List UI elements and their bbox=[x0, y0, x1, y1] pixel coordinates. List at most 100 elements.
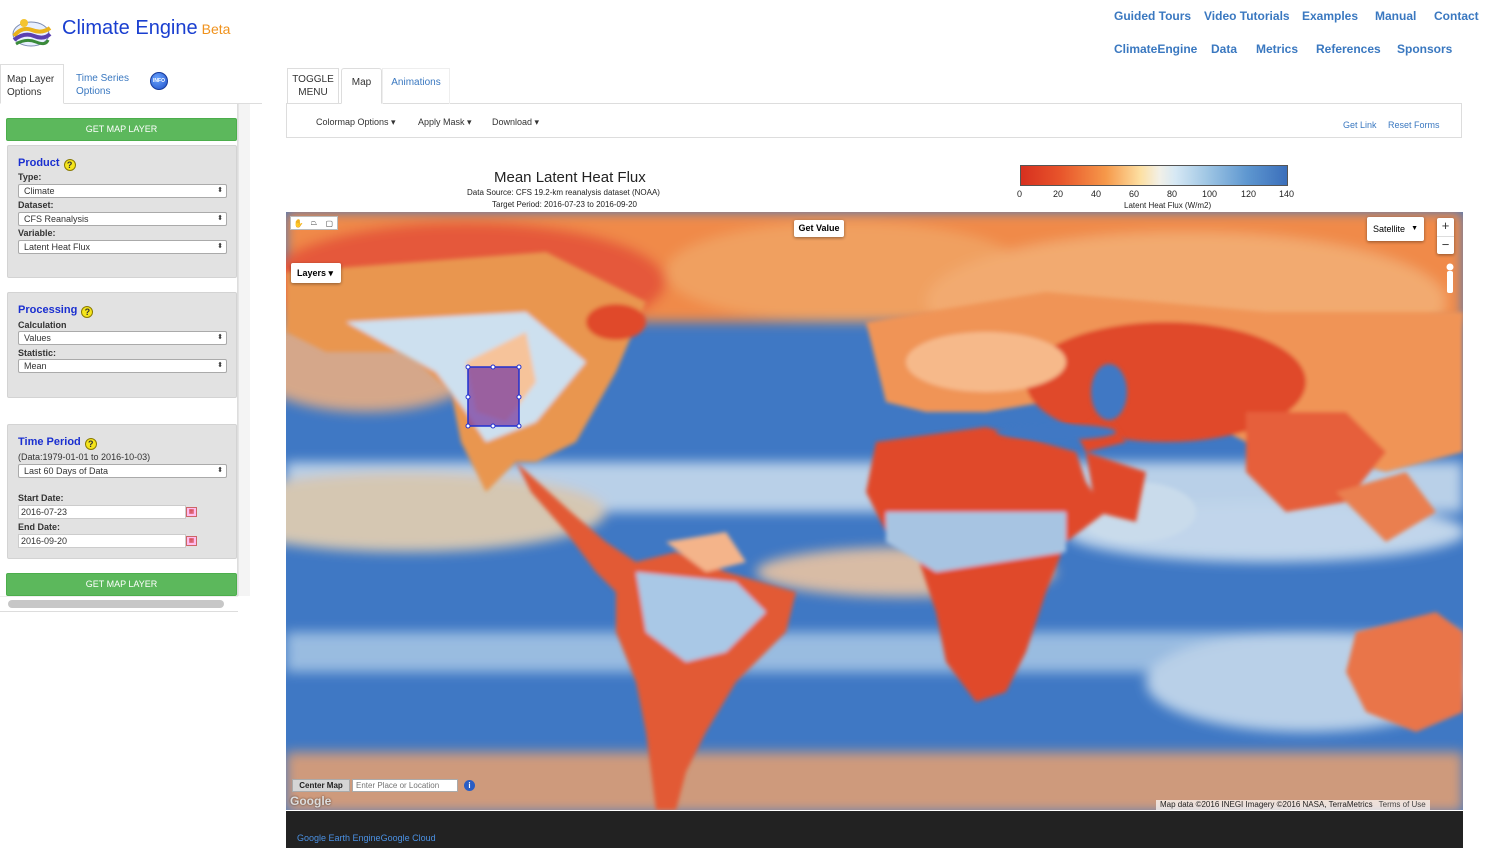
colorbar-tick: 100 bbox=[1202, 189, 1218, 199]
drawing-toolbar: ✋ ⏢ ▢ bbox=[290, 216, 338, 230]
time-period-title: Time Period? bbox=[18, 436, 97, 450]
toggle-menu-button[interactable]: TOGGLE MENU bbox=[287, 68, 339, 104]
get-value-button[interactable]: Get Value bbox=[794, 220, 844, 237]
tab-time-series-options[interactable]: Time Series Options bbox=[70, 64, 140, 104]
caret-down-icon: ▼ bbox=[1411, 225, 1418, 232]
climate-engine-logo[interactable] bbox=[10, 14, 52, 52]
select-arrow-icon: ⬍ bbox=[217, 334, 223, 341]
rectangle-tool-icon[interactable]: ▢ bbox=[323, 219, 335, 228]
tab-animations[interactable]: Animations bbox=[382, 68, 450, 104]
start-date-input[interactable]: 2016-07-23 bbox=[18, 505, 186, 519]
time-period-box: Time Period? (Data:1979-01-01 to 2016-10… bbox=[7, 424, 237, 559]
tab-map[interactable]: Map bbox=[341, 68, 382, 104]
latent-heat-flux-raster bbox=[286, 212, 1463, 810]
colorbar bbox=[1020, 165, 1288, 186]
processing-help-icon[interactable]: ? bbox=[81, 306, 94, 318]
brand-title[interactable]: Climate Engine Beta bbox=[62, 17, 230, 40]
statistic-label: Statistic: bbox=[18, 348, 57, 358]
end-date-input[interactable]: 2016-09-20 bbox=[18, 534, 186, 548]
dataset-select[interactable]: CFS Reanalysis ⬍ bbox=[18, 212, 227, 226]
colorbar-tick: 80 bbox=[1167, 189, 1178, 199]
nav-references[interactable]: References bbox=[1316, 42, 1381, 56]
select-arrow-icon: ⬍ bbox=[217, 215, 223, 222]
terms-of-use-link[interactable]: Terms of Use bbox=[1379, 800, 1426, 809]
map-type-satellite-dropdown[interactable]: Satellite ▼ bbox=[1367, 217, 1424, 241]
layers-dropdown[interactable]: Layers ▾ bbox=[291, 263, 341, 283]
nav-examples[interactable]: Examples bbox=[1302, 9, 1358, 23]
apply-mask-dropdown[interactable]: Apply Mask ▾ bbox=[418, 117, 472, 128]
processing-box: Processing? Calculation Values ⬍ Statisti… bbox=[7, 292, 237, 398]
get-map-layer-button-top[interactable]: GET MAP LAYER bbox=[6, 118, 237, 141]
time-period-help-icon[interactable]: ? bbox=[84, 438, 97, 450]
caret-down-icon: ▾ bbox=[326, 268, 334, 278]
product-help-icon[interactable]: ? bbox=[63, 159, 76, 171]
nav-manual[interactable]: Manual bbox=[1375, 9, 1416, 23]
colorbar-tick: 0 bbox=[1017, 189, 1023, 199]
colorbar-tick: 140 bbox=[1279, 189, 1295, 199]
colorbar-tick: 60 bbox=[1129, 189, 1140, 199]
select-arrow-icon: ⬍ bbox=[217, 243, 223, 250]
caret-down-icon: ▾ bbox=[532, 117, 540, 127]
colorbar-tick: 20 bbox=[1053, 189, 1064, 199]
product-title: Product? bbox=[18, 157, 76, 171]
variable-label: Variable: bbox=[18, 228, 56, 238]
google-cloud-link[interactable]: Google Cloud bbox=[381, 833, 436, 843]
processing-title: Processing? bbox=[18, 304, 94, 318]
nav-guided-tours[interactable]: Guided Tours bbox=[1114, 9, 1191, 23]
end-date-label: End Date: bbox=[18, 522, 61, 532]
pegman-icon[interactable] bbox=[1446, 262, 1454, 296]
nav-video-tutorials[interactable]: Video Tutorials bbox=[1204, 9, 1290, 23]
nav-sponsors[interactable]: Sponsors bbox=[1397, 42, 1452, 56]
select-arrow-icon: ⬍ bbox=[217, 467, 223, 474]
data-range-note: (Data:1979-01-01 to 2016-10-03) bbox=[18, 452, 151, 462]
type-select[interactable]: Climate ⬍ bbox=[18, 184, 227, 198]
colorbar-tick: 40 bbox=[1091, 189, 1102, 199]
statistic-select[interactable]: Mean ⬍ bbox=[18, 359, 227, 373]
zoom-out-button[interactable]: − bbox=[1437, 236, 1454, 254]
footer-text: Climate Engine is powered by Google Eart… bbox=[297, 833, 436, 865]
variable-select[interactable]: Latent Heat Flux ⬍ bbox=[18, 240, 227, 254]
beta-badge: Beta bbox=[201, 21, 231, 37]
calendar-icon[interactable]: ▦ bbox=[186, 507, 197, 517]
nav-climateengine[interactable]: ClimateEngine bbox=[1114, 42, 1197, 56]
dataset-label: Dataset: bbox=[18, 200, 54, 210]
calendar-icon[interactable]: ▦ bbox=[186, 536, 197, 546]
left-panel-scrollbar[interactable] bbox=[238, 104, 250, 596]
google-earth-engine-link[interactable]: Google Earth Engine bbox=[297, 833, 381, 843]
tab-map-layer-options[interactable]: Map Layer Options bbox=[0, 64, 64, 104]
reset-forms[interactable]: Reset Forms bbox=[1388, 120, 1440, 130]
nav-data[interactable]: Data bbox=[1211, 42, 1237, 56]
colormap-options-dropdown[interactable]: Colormap Options ▾ bbox=[316, 117, 396, 128]
map-canvas[interactable]: ✋ ⏢ ▢ Get Value Layers ▾ Satellite ▼ + − … bbox=[286, 212, 1463, 810]
download-dropdown[interactable]: Download ▾ bbox=[492, 117, 539, 128]
pan-hand-icon[interactable]: ✋ bbox=[293, 219, 305, 228]
place-location-input[interactable] bbox=[352, 779, 458, 792]
type-label: Type: bbox=[18, 172, 42, 182]
colorbar-label: Latent Heat Flux (W/m2) bbox=[1124, 201, 1212, 210]
product-box: Product? Type: Climate ⬍ Dataset: CFS Rea… bbox=[7, 145, 237, 278]
start-date-label: Start Date: bbox=[18, 493, 64, 503]
google-logo: Google bbox=[290, 794, 332, 808]
polygon-tool-icon[interactable]: ⏢ bbox=[308, 218, 320, 228]
get-link[interactable]: Get Link bbox=[1343, 120, 1377, 130]
target-period: Target Period: 2016-07-23 to 2016-09-20 bbox=[492, 200, 637, 209]
caret-down-icon: ▾ bbox=[388, 117, 396, 127]
data-source: Data Source: CFS 19.2-km reanalysis data… bbox=[467, 188, 660, 197]
nav-metrics[interactable]: Metrics bbox=[1256, 42, 1298, 56]
selection-rectangle[interactable] bbox=[467, 366, 520, 427]
caret-down-icon: ▾ bbox=[464, 117, 472, 127]
nav-contact[interactable]: Contact bbox=[1434, 9, 1479, 23]
colorbar-tick: 120 bbox=[1241, 189, 1257, 199]
map-attribution: Map data ©2016 INEGI Imagery ©2016 NASA,… bbox=[1156, 800, 1430, 810]
zoom-in-button[interactable]: + bbox=[1437, 218, 1454, 236]
info-icon[interactable]: i bbox=[464, 780, 475, 791]
time-period-select[interactable]: Last 60 Days of Data ⬍ bbox=[18, 464, 227, 478]
calculation-label: Calculation bbox=[18, 320, 67, 330]
zoom-control: + − bbox=[1437, 218, 1454, 254]
get-map-layer-button-bottom[interactable]: GET MAP LAYER bbox=[6, 573, 237, 596]
info-icon[interactable]: INFO bbox=[150, 72, 168, 90]
center-map-button[interactable]: Center Map bbox=[292, 779, 350, 792]
map-title: Mean Latent Heat Flux bbox=[494, 169, 646, 186]
horizontal-scrollbar[interactable] bbox=[8, 600, 224, 608]
calculation-select[interactable]: Values ⬍ bbox=[18, 331, 227, 345]
